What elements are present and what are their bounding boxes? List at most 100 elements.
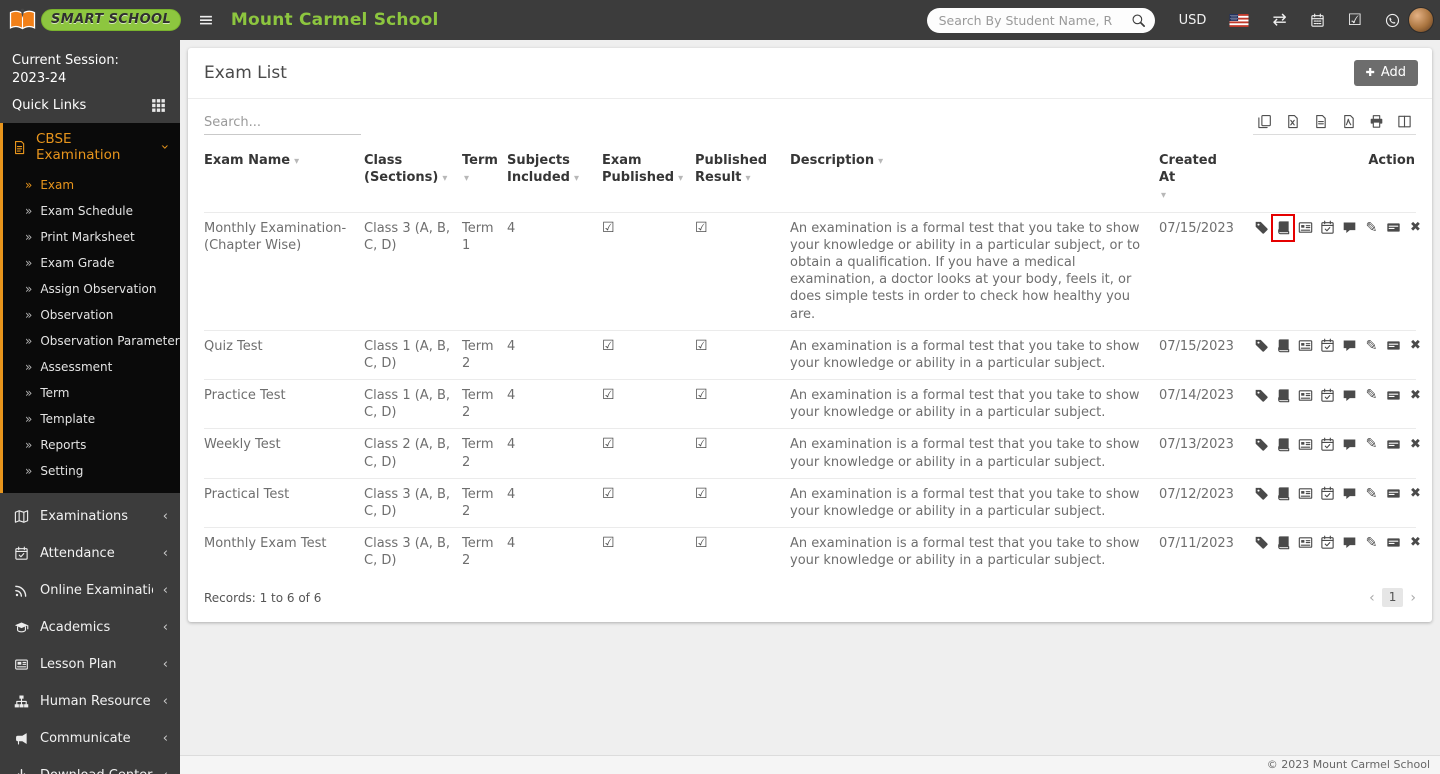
book-icon[interactable]: [1276, 535, 1291, 551]
book-icon[interactable]: [1276, 436, 1291, 452]
pencil-icon[interactable]: ✎: [1364, 486, 1379, 502]
copy-icon[interactable]: [1254, 114, 1275, 129]
sort-caret-icon[interactable]: ▾: [574, 173, 579, 184]
comment-icon[interactable]: [1342, 486, 1357, 502]
hamburger-menu-icon[interactable]: ≡: [198, 11, 214, 30]
sidebar-subitem-assign-observation[interactable]: »Assign Observation: [3, 276, 180, 302]
book-icon[interactable]: [1276, 338, 1291, 354]
sidebar-item-cbse-examination[interactable]: CBSE Examination ‹: [3, 123, 180, 170]
sidebar-item-online-examinations[interactable]: Online Examinations‹: [0, 572, 180, 609]
close-icon[interactable]: ✖: [1408, 220, 1423, 236]
sort-caret-icon[interactable]: ▾: [678, 173, 683, 184]
search-icon[interactable]: [1131, 13, 1146, 28]
card-icon[interactable]: [1386, 535, 1401, 551]
calendar-check-icon[interactable]: [1320, 436, 1335, 452]
column-header-class-sections[interactable]: Class (Sections)▾: [364, 143, 462, 212]
comment-icon[interactable]: [1342, 220, 1357, 236]
calendar-check-icon[interactable]: [1320, 220, 1335, 236]
card-icon[interactable]: [1386, 338, 1401, 354]
tag-icon[interactable]: [1254, 486, 1269, 502]
calendar-check-icon[interactable]: [1320, 535, 1335, 551]
comment-icon[interactable]: [1342, 535, 1357, 551]
id-card-icon[interactable]: [1298, 436, 1313, 452]
pagination-prev[interactable]: ‹: [1369, 590, 1375, 606]
pdf-icon[interactable]: [1338, 114, 1359, 129]
sidebar-subitem-print-marksheet[interactable]: »Print Marksheet: [3, 224, 180, 250]
close-icon[interactable]: ✖: [1408, 387, 1423, 403]
id-card-icon[interactable]: [1298, 338, 1313, 354]
user-avatar[interactable]: [1408, 7, 1434, 33]
card-icon[interactable]: [1386, 486, 1401, 502]
columns-icon[interactable]: [1394, 114, 1415, 129]
add-button[interactable]: ✚ Add: [1354, 60, 1418, 86]
card-icon[interactable]: [1386, 436, 1401, 452]
pencil-icon[interactable]: ✎: [1364, 387, 1379, 403]
sidebar-subitem-exam-schedule[interactable]: »Exam Schedule: [3, 198, 180, 224]
close-icon[interactable]: ✖: [1408, 486, 1423, 502]
exchange-icon[interactable]: ⇄: [1272, 12, 1286, 29]
comment-icon[interactable]: [1342, 338, 1357, 354]
sort-caret-icon[interactable]: ▾: [1161, 191, 1237, 201]
calendar-check-icon[interactable]: [1320, 486, 1335, 502]
tag-icon[interactable]: [1254, 535, 1269, 551]
column-header-exam-published[interactable]: Exam Published▾: [602, 143, 695, 212]
sidebar-item-download-center[interactable]: Download Center‹: [0, 757, 180, 774]
sidebar-item-academics[interactable]: Academics‹: [0, 609, 180, 646]
book-icon[interactable]: [1276, 220, 1291, 236]
sidebar-item-communicate[interactable]: Communicate‹: [0, 720, 180, 757]
id-card-icon[interactable]: [1298, 387, 1313, 403]
book-icon[interactable]: [1276, 387, 1291, 403]
column-header-exam-name[interactable]: Exam Name▾: [204, 143, 364, 212]
calendar-check-icon[interactable]: [1320, 338, 1335, 354]
sort-caret-icon[interactable]: ▾: [442, 173, 447, 184]
grid-icon[interactable]: [151, 98, 166, 113]
sidebar-item-human-resource[interactable]: Human Resource‹: [0, 683, 180, 720]
global-search[interactable]: [927, 8, 1155, 33]
calendar-check-icon[interactable]: [1320, 387, 1335, 403]
column-header-published-result[interactable]: Published Result▾: [695, 143, 790, 212]
calendar-icon[interactable]: [1310, 13, 1325, 28]
tag-icon[interactable]: [1254, 387, 1269, 403]
tag-icon[interactable]: [1254, 220, 1269, 236]
tag-icon[interactable]: [1254, 338, 1269, 354]
sort-caret-icon[interactable]: ▾: [464, 174, 497, 184]
app-logo[interactable]: SMART SCHOOL: [0, 0, 180, 40]
quick-links[interactable]: Quick Links: [0, 89, 180, 123]
sidebar-item-lesson-plan[interactable]: Lesson Plan‹: [0, 646, 180, 683]
column-header-created-at[interactable]: Created At▾: [1159, 143, 1247, 212]
id-card-icon[interactable]: [1298, 486, 1313, 502]
book-icon[interactable]: [1276, 486, 1291, 502]
close-icon[interactable]: ✖: [1408, 436, 1423, 452]
global-search-input[interactable]: [939, 13, 1131, 28]
pencil-icon[interactable]: ✎: [1364, 338, 1379, 354]
sidebar-subitem-assessment[interactable]: »Assessment: [3, 354, 180, 380]
comment-icon[interactable]: [1342, 387, 1357, 403]
sidebar-subitem-template[interactable]: »Template: [3, 406, 180, 432]
sidebar-subitem-observation[interactable]: »Observation: [3, 302, 180, 328]
pencil-icon[interactable]: ✎: [1364, 535, 1379, 551]
excel-icon[interactable]: [1282, 114, 1303, 129]
whatsapp-icon[interactable]: [1385, 13, 1400, 28]
sidebar-subitem-exam[interactable]: »Exam: [3, 172, 180, 198]
column-header-term[interactable]: Term▾: [462, 143, 507, 212]
tasks-icon[interactable]: ☑: [1348, 12, 1362, 28]
pagination-page-1[interactable]: 1: [1382, 588, 1404, 607]
us-flag-icon[interactable]: [1229, 14, 1249, 27]
column-header-description[interactable]: Description▾: [790, 143, 1159, 212]
close-icon[interactable]: ✖: [1408, 535, 1423, 551]
sidebar-subitem-setting[interactable]: »Setting: [3, 458, 180, 484]
sort-caret-icon[interactable]: ▾: [746, 173, 751, 184]
currency-label[interactable]: USD: [1179, 13, 1207, 28]
column-header-subjects-included[interactable]: Subjects Included▾: [507, 143, 602, 212]
sidebar-item-attendance[interactable]: Attendance‹: [0, 535, 180, 572]
comment-icon[interactable]: [1342, 436, 1357, 452]
pencil-icon[interactable]: ✎: [1364, 436, 1379, 452]
tag-icon[interactable]: [1254, 436, 1269, 452]
id-card-icon[interactable]: [1298, 220, 1313, 236]
sidebar-subitem-exam-grade[interactable]: »Exam Grade: [3, 250, 180, 276]
sort-caret-icon[interactable]: ▾: [294, 156, 299, 167]
card-icon[interactable]: [1386, 220, 1401, 236]
pagination-next[interactable]: ›: [1410, 590, 1416, 606]
sidebar-subitem-reports[interactable]: »Reports: [3, 432, 180, 458]
sidebar-subitem-observation-parameter[interactable]: »Observation Parameter: [3, 328, 180, 354]
